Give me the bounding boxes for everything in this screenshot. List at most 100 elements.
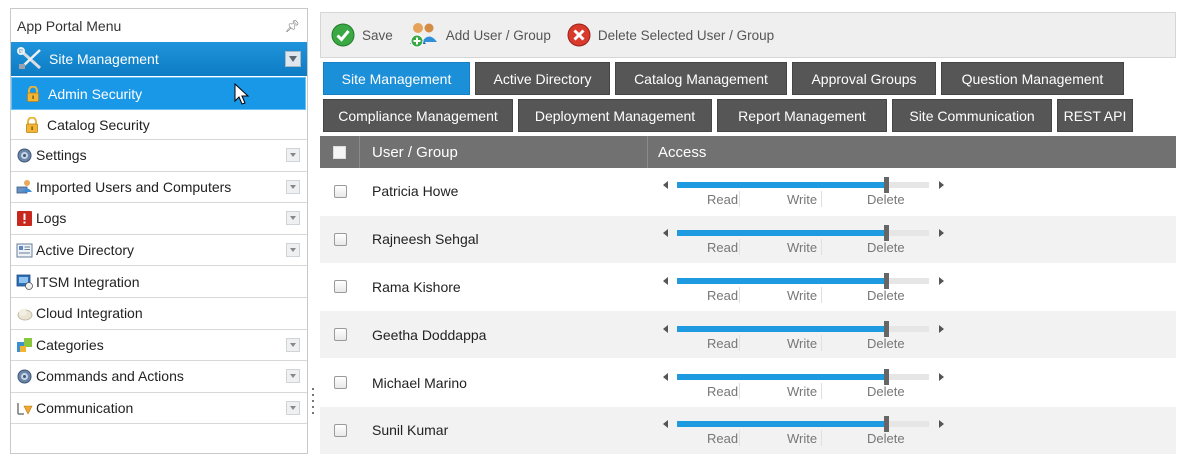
- tab-report-management[interactable]: Report Management: [717, 99, 887, 132]
- collapse-section-button[interactable]: [285, 51, 301, 67]
- user-group-name: Sunil Kumar: [372, 422, 449, 439]
- user-group-name: Patricia Howe: [372, 183, 459, 200]
- decrease-access-arrow-icon[interactable]: [663, 324, 668, 333]
- tab-approval-groups[interactable]: Approval Groups: [792, 62, 936, 95]
- slider-handle[interactable]: [884, 320, 889, 337]
- decrease-access-arrow-icon[interactable]: [663, 229, 668, 238]
- log-alert-icon: [17, 210, 32, 226]
- tab-row-2: Compliance Management Deployment Managem…: [323, 99, 1176, 132]
- decrease-access-arrow-icon[interactable]: [663, 372, 668, 381]
- categories-icon: [17, 338, 32, 353]
- table-row[interactable]: Michael Marino Read Write Delete: [320, 359, 1176, 407]
- slider-handle[interactable]: [884, 416, 889, 433]
- slider-track[interactable]: [677, 230, 929, 237]
- expand-commands-button[interactable]: [286, 369, 300, 384]
- slider-track[interactable]: [677, 182, 929, 189]
- app-portal-menu: App Portal Menu 📌︎ Site Management Admin…: [10, 8, 308, 454]
- imported-users-label: Imported Users and Computers: [36, 178, 232, 195]
- expand-logs-button[interactable]: [286, 211, 300, 226]
- tab-compliance-management[interactable]: Compliance Management: [323, 99, 513, 132]
- access-level-label: Write: [787, 383, 818, 399]
- access-level-label: Delete: [867, 287, 905, 303]
- access-level-label: Read: [707, 240, 739, 256]
- row-checkbox[interactable]: [320, 232, 360, 246]
- slider-handle[interactable]: [884, 272, 889, 289]
- tab-site-communication[interactable]: Site Communication: [892, 99, 1052, 132]
- access-level-label: Read: [707, 192, 739, 208]
- slider-handle[interactable]: [884, 177, 889, 194]
- menu-item-active-directory[interactable]: Active Directory: [11, 235, 307, 267]
- tab-catalog-management[interactable]: Catalog Management: [615, 62, 787, 95]
- menu-item-settings[interactable]: Settings: [11, 140, 307, 172]
- chevron-down-icon: [290, 184, 296, 189]
- menu-item-itsm-integration[interactable]: ITSM Integration: [11, 266, 307, 298]
- access-level-slider[interactable]: Read Write Delete: [653, 410, 953, 450]
- table-row[interactable]: Rama Kishore Read Write Delete: [320, 264, 1176, 312]
- lock-icon: [26, 116, 38, 133]
- increase-access-arrow-icon[interactable]: [939, 276, 944, 285]
- table-row[interactable]: Rajneesh Sehgal Read Write Delete: [320, 215, 1176, 264]
- access-level-slider[interactable]: Read Write Delete: [653, 315, 953, 355]
- decrease-access-arrow-icon[interactable]: [663, 420, 668, 429]
- tab-site-management[interactable]: Site Management: [323, 62, 470, 95]
- menu-item-admin-security[interactable]: Admin Security: [11, 77, 306, 110]
- save-button[interactable]: Save: [331, 23, 393, 47]
- menu-item-catalog-security[interactable]: Catalog Security: [11, 110, 307, 140]
- decrease-access-arrow-icon[interactable]: [663, 181, 668, 190]
- expand-active-directory-button[interactable]: [286, 242, 300, 257]
- slider-handle[interactable]: [884, 368, 889, 385]
- access-level-slider[interactable]: Read Write Delete: [653, 171, 953, 211]
- row-checkbox[interactable]: [320, 328, 360, 342]
- increase-access-arrow-icon[interactable]: [939, 420, 944, 429]
- menu-item-imported-users-and-computers[interactable]: Imported Users and Computers: [11, 172, 307, 204]
- menu-item-logs[interactable]: Logs: [11, 203, 307, 235]
- slider-track[interactable]: [677, 421, 929, 428]
- row-checkbox[interactable]: [320, 184, 360, 198]
- increase-access-arrow-icon[interactable]: [939, 324, 944, 333]
- expand-categories-button[interactable]: [286, 337, 300, 352]
- menu-item-categories[interactable]: Categories: [11, 330, 307, 362]
- access-level-label: Delete: [867, 431, 905, 447]
- slider-track[interactable]: [677, 325, 929, 332]
- access-level-slider[interactable]: Read Write Delete: [653, 267, 953, 307]
- add-user-group-button[interactable]: Add User / Group: [409, 22, 551, 48]
- tab-question-management[interactable]: Question Management: [941, 62, 1124, 95]
- expand-settings-button[interactable]: [286, 148, 300, 162]
- access-level-label: Write: [787, 240, 818, 256]
- menu-item-cloud-integration[interactable]: Cloud Integration: [11, 298, 307, 330]
- site-management-section[interactable]: Site Management: [11, 42, 307, 76]
- panel-splitter[interactable]: [312, 388, 315, 414]
- slider-track[interactable]: [677, 373, 929, 380]
- cloud-integration-label: Cloud Integration: [36, 305, 143, 322]
- tab-deployment-management[interactable]: Deployment Management: [518, 99, 712, 132]
- row-checkbox[interactable]: [320, 280, 360, 294]
- tab-rest-api[interactable]: REST API: [1057, 99, 1133, 132]
- table-row[interactable]: Sunil Kumar Read Write Delete: [320, 406, 1176, 455]
- menu-item-communication[interactable]: Communication: [11, 393, 307, 425]
- decrease-access-arrow-icon[interactable]: [663, 276, 668, 285]
- expand-communication-button[interactable]: [286, 400, 300, 415]
- select-all-checkbox[interactable]: [320, 136, 360, 168]
- table-row[interactable]: Geetha Doddappa Read Write Delete: [320, 311, 1176, 360]
- pin-icon[interactable]: 📌︎: [285, 19, 300, 33]
- row-checkbox[interactable]: [320, 376, 360, 390]
- increase-access-arrow-icon[interactable]: [939, 372, 944, 381]
- column-header-user-group[interactable]: User / Group: [360, 136, 648, 168]
- access-level-slider[interactable]: Read Write Delete: [653, 363, 953, 403]
- menu-item-commands-and-actions[interactable]: Commands and Actions: [11, 361, 307, 393]
- slider-divider: [739, 239, 740, 256]
- column-header-access[interactable]: Access: [648, 144, 706, 161]
- catalog-security-label: Catalog Security: [47, 116, 150, 133]
- tab-active-directory[interactable]: Active Directory: [475, 62, 610, 95]
- access-level-label: Read: [707, 431, 739, 447]
- delete-selected-button[interactable]: Delete Selected User / Group: [567, 23, 774, 47]
- site-management-label: Site Management: [49, 51, 159, 67]
- table-row[interactable]: Patricia Howe Read Write Delete: [320, 168, 1176, 216]
- slider-track[interactable]: [677, 277, 929, 284]
- access-level-slider[interactable]: Read Write Delete: [653, 219, 953, 259]
- increase-access-arrow-icon[interactable]: [939, 229, 944, 238]
- increase-access-arrow-icon[interactable]: [939, 181, 944, 190]
- slider-handle[interactable]: [884, 225, 889, 242]
- expand-imported-users-button[interactable]: [286, 179, 300, 194]
- row-checkbox[interactable]: [320, 423, 360, 437]
